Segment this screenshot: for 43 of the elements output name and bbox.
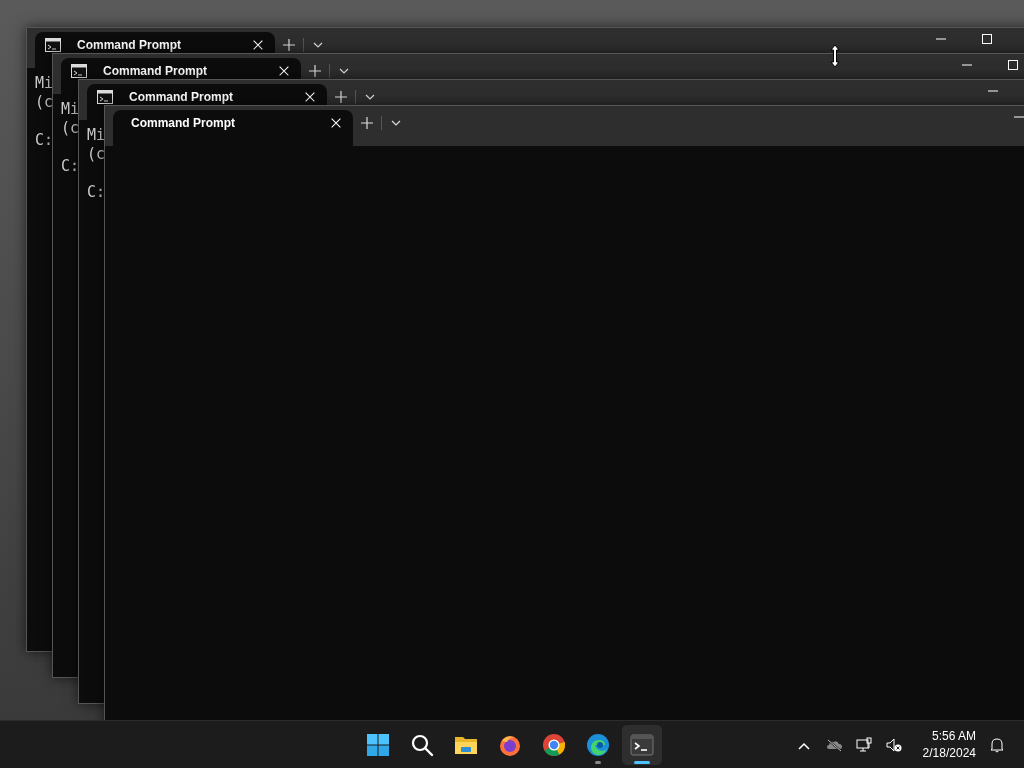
close-tab-button[interactable] bbox=[251, 38, 265, 52]
close-tab-button[interactable] bbox=[329, 116, 343, 130]
chevron-down-icon bbox=[365, 94, 375, 100]
monitor-network-icon bbox=[855, 737, 872, 753]
chevron-down-icon bbox=[339, 68, 349, 74]
windows-logo-icon bbox=[366, 733, 390, 757]
tab-title: Command Prompt bbox=[76, 38, 182, 52]
clock-time: 5:56 AM bbox=[930, 728, 976, 745]
plus-icon bbox=[282, 38, 296, 52]
console-text: C: bbox=[61, 157, 80, 176]
terminal-tab[interactable]: Command Prompt bbox=[113, 110, 353, 146]
console-text: Mi bbox=[35, 74, 54, 93]
search-icon bbox=[410, 733, 434, 757]
plus-icon bbox=[360, 116, 374, 130]
chevron-down-icon bbox=[313, 42, 323, 48]
cloud-off-icon bbox=[825, 737, 842, 753]
console-text: C: bbox=[35, 131, 54, 150]
browser-circle-icon bbox=[542, 733, 566, 757]
speaker-muted-icon bbox=[885, 737, 902, 753]
console-text: C: bbox=[87, 183, 106, 202]
terminal-icon bbox=[630, 733, 654, 757]
maximize-icon bbox=[982, 34, 992, 44]
clock[interactable]: 5:56 AM 2/18/2024 bbox=[916, 728, 982, 762]
plus-icon bbox=[334, 90, 348, 104]
console-text: (c bbox=[87, 145, 106, 164]
clock-date: 2/18/2024 bbox=[922, 745, 976, 762]
chevron-down-icon bbox=[391, 120, 401, 126]
close-icon bbox=[251, 38, 265, 52]
console-text: (c bbox=[35, 93, 54, 112]
close-tab-button[interactable] bbox=[303, 90, 317, 104]
close-tab-button[interactable] bbox=[277, 64, 291, 78]
console-text: (c bbox=[61, 119, 80, 138]
close-icon bbox=[303, 90, 317, 104]
fox-globe-icon bbox=[498, 733, 522, 757]
console-text: Mi bbox=[61, 100, 80, 119]
plus-icon bbox=[308, 64, 322, 78]
bell-icon bbox=[989, 737, 1005, 753]
close-icon bbox=[277, 64, 291, 78]
taskbar-app-button[interactable] bbox=[622, 725, 662, 765]
wave-browser-icon bbox=[586, 733, 610, 757]
close-icon bbox=[329, 116, 343, 130]
maximize-icon bbox=[1008, 60, 1018, 70]
console-text: Mi bbox=[87, 126, 106, 145]
